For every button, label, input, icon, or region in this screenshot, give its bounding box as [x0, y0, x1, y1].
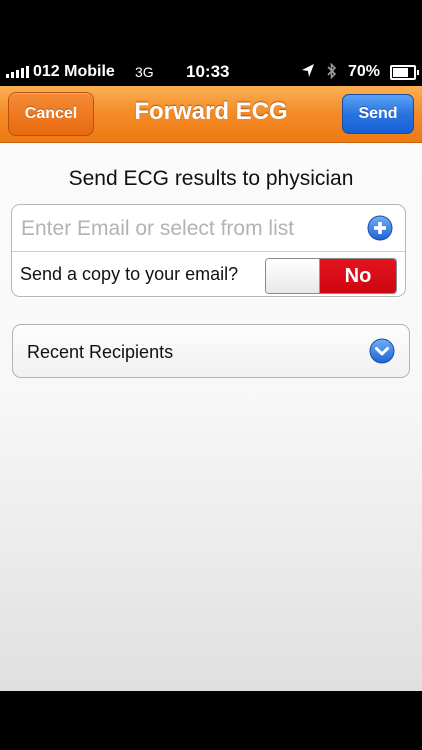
- navigation-bar: Cancel Forward ECG Send: [0, 86, 422, 143]
- plus-circle-icon[interactable]: [367, 215, 393, 241]
- phone-screen: 012 Mobile 3G 10:33 70% Cancel Forward E…: [0, 0, 422, 750]
- copy-email-toggle[interactable]: No: [265, 258, 397, 294]
- form-heading: Send ECG results to physician: [68, 167, 354, 190]
- main-content: Send ECG results to physician Enter Emai…: [0, 143, 422, 691]
- battery-nub: [417, 70, 419, 75]
- location-icon: [302, 64, 314, 77]
- toggle-state-label: No: [320, 259, 396, 293]
- recipient-form: Enter Email or select from list Send a c…: [11, 204, 406, 297]
- email-field[interactable]: Enter Email or select from list: [12, 205, 405, 252]
- toggle-knob: [266, 259, 320, 293]
- bottom-bezel: [0, 691, 422, 750]
- status-time: 10:33: [186, 62, 230, 81]
- recent-recipients-dropdown[interactable]: Recent Recipients: [12, 324, 410, 378]
- recent-recipients-label: Recent Recipients: [27, 342, 174, 362]
- network-type: 3G: [135, 64, 154, 80]
- status-bar: 012 Mobile 3G 10:33 70%: [0, 58, 422, 86]
- copy-email-row: Send a copy to your email? No: [12, 252, 405, 296]
- signal-icon: [6, 66, 29, 78]
- bluetooth-icon: [327, 62, 337, 80]
- email-placeholder: Enter Email or select from list: [21, 217, 295, 240]
- battery-percent: 70%: [348, 63, 381, 80]
- battery-fill: [393, 68, 409, 77]
- chevron-down-circle-icon[interactable]: [369, 338, 395, 364]
- copy-email-label: Send a copy to your email?: [20, 264, 239, 284]
- carrier-name: 012 Mobile: [33, 63, 115, 80]
- send-button[interactable]: Send: [342, 94, 414, 134]
- battery-icon: [390, 65, 419, 80]
